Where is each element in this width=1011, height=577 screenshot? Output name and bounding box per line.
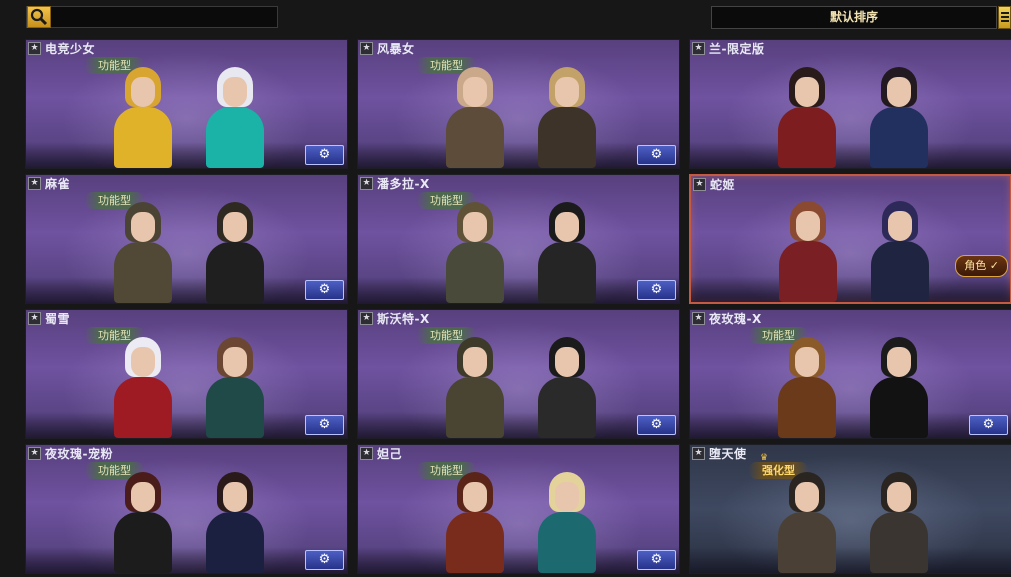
character-name: 蜀雪 [45, 312, 71, 326]
favorite-star-icon[interactable]: ★ [28, 177, 41, 190]
favorite-star-icon[interactable]: ★ [28, 312, 41, 325]
favorite-star-icon[interactable]: ★ [692, 312, 705, 325]
character-card[interactable]: ★ 蜀雪 功能型 ⚙ [25, 309, 348, 439]
character-card[interactable]: ★ 夜玫瑰-宠粉 功能型 ⚙ [25, 444, 348, 574]
list-menu-icon[interactable] [998, 6, 1011, 29]
character-figure [772, 333, 842, 438]
equip-gear-button[interactable]: ⚙ [305, 145, 344, 165]
character-figure [440, 468, 510, 573]
character-figure [772, 468, 842, 573]
character-name: 妲己 [377, 447, 403, 461]
character-card[interactable]: ★ 堕天使 ♛ 强化型 [689, 444, 1011, 574]
character-card[interactable]: ★ 兰-限定版 [689, 39, 1011, 169]
character-name: 电竞少女 [45, 42, 96, 56]
character-card[interactable]: ★ 蛇姬角色 ✓ [689, 174, 1011, 304]
character-figure [440, 63, 510, 168]
character-figure [532, 198, 602, 303]
favorite-star-icon[interactable]: ★ [360, 177, 373, 190]
favorite-star-icon[interactable]: ★ [692, 447, 705, 460]
character-name: 风暴女 [377, 42, 415, 56]
character-figure [200, 333, 270, 438]
favorite-star-icon[interactable]: ★ [28, 447, 41, 460]
character-name: 夜玫瑰-X [709, 312, 762, 326]
favorite-star-icon[interactable]: ★ [360, 42, 373, 55]
character-card[interactable]: ★ 电竞少女 功能型 ⚙ [25, 39, 348, 169]
favorite-star-icon[interactable]: ★ [693, 178, 706, 191]
favorite-star-icon[interactable]: ★ [28, 42, 41, 55]
character-name: 夜玫瑰-宠粉 [45, 447, 113, 461]
favorite-star-icon[interactable]: ★ [692, 42, 705, 55]
equip-gear-button[interactable]: ⚙ [969, 415, 1008, 435]
character-figure [864, 333, 934, 438]
role-selected-badge: 角色 ✓ [955, 255, 1008, 277]
character-figure [440, 333, 510, 438]
character-figure [772, 63, 842, 168]
character-figure [865, 197, 935, 302]
character-name: 堕天使 [709, 447, 747, 461]
character-figure [200, 198, 270, 303]
favorite-star-icon[interactable]: ★ [360, 312, 373, 325]
equip-gear-button[interactable]: ⚙ [637, 550, 676, 570]
search-input[interactable] [26, 6, 278, 28]
equip-gear-button[interactable]: ⚙ [637, 415, 676, 435]
character-name: 潘多拉-X [377, 177, 430, 191]
character-figure [864, 468, 934, 573]
equip-gear-button[interactable]: ⚙ [305, 280, 344, 300]
character-figure [532, 468, 602, 573]
character-name: 兰-限定版 [709, 42, 765, 56]
equip-gear-button[interactable]: ⚙ [305, 550, 344, 570]
character-card[interactable]: ★ 斯沃特-X 功能型 ⚙ [357, 309, 680, 439]
character-figure [108, 333, 178, 438]
character-name: 蛇姬 [710, 178, 736, 192]
character-figure [532, 63, 602, 168]
favorite-star-icon[interactable]: ★ [360, 447, 373, 460]
character-figure [864, 63, 934, 168]
character-figure [108, 63, 178, 168]
character-card[interactable]: ★ 夜玫瑰-X 功能型 ⚙ [689, 309, 1011, 439]
character-figure [200, 468, 270, 573]
character-figure [108, 198, 178, 303]
character-card[interactable]: ★ 妲己 功能型 ⚙ [357, 444, 680, 574]
equip-gear-button[interactable]: ⚙ [305, 415, 344, 435]
sort-dropdown[interactable]: 默认排序 [711, 6, 997, 29]
search-icon[interactable] [27, 6, 51, 28]
character-name: 斯沃特-X [377, 312, 430, 326]
character-card[interactable]: ★ 麻雀 功能型 ⚙ [25, 174, 348, 304]
character-figure [532, 333, 602, 438]
character-figure [200, 63, 270, 168]
character-card[interactable]: ★ 风暴女 功能型 ⚙ [357, 39, 680, 169]
character-name: 麻雀 [45, 177, 71, 191]
character-card[interactable]: ★ 潘多拉-X 功能型 ⚙ [357, 174, 680, 304]
character-figure [440, 198, 510, 303]
top-bar: 默认排序 [0, 0, 1011, 36]
equip-gear-button[interactable]: ⚙ [637, 145, 676, 165]
equip-gear-button[interactable]: ⚙ [637, 280, 676, 300]
character-figure [108, 468, 178, 573]
character-figure [773, 197, 843, 302]
